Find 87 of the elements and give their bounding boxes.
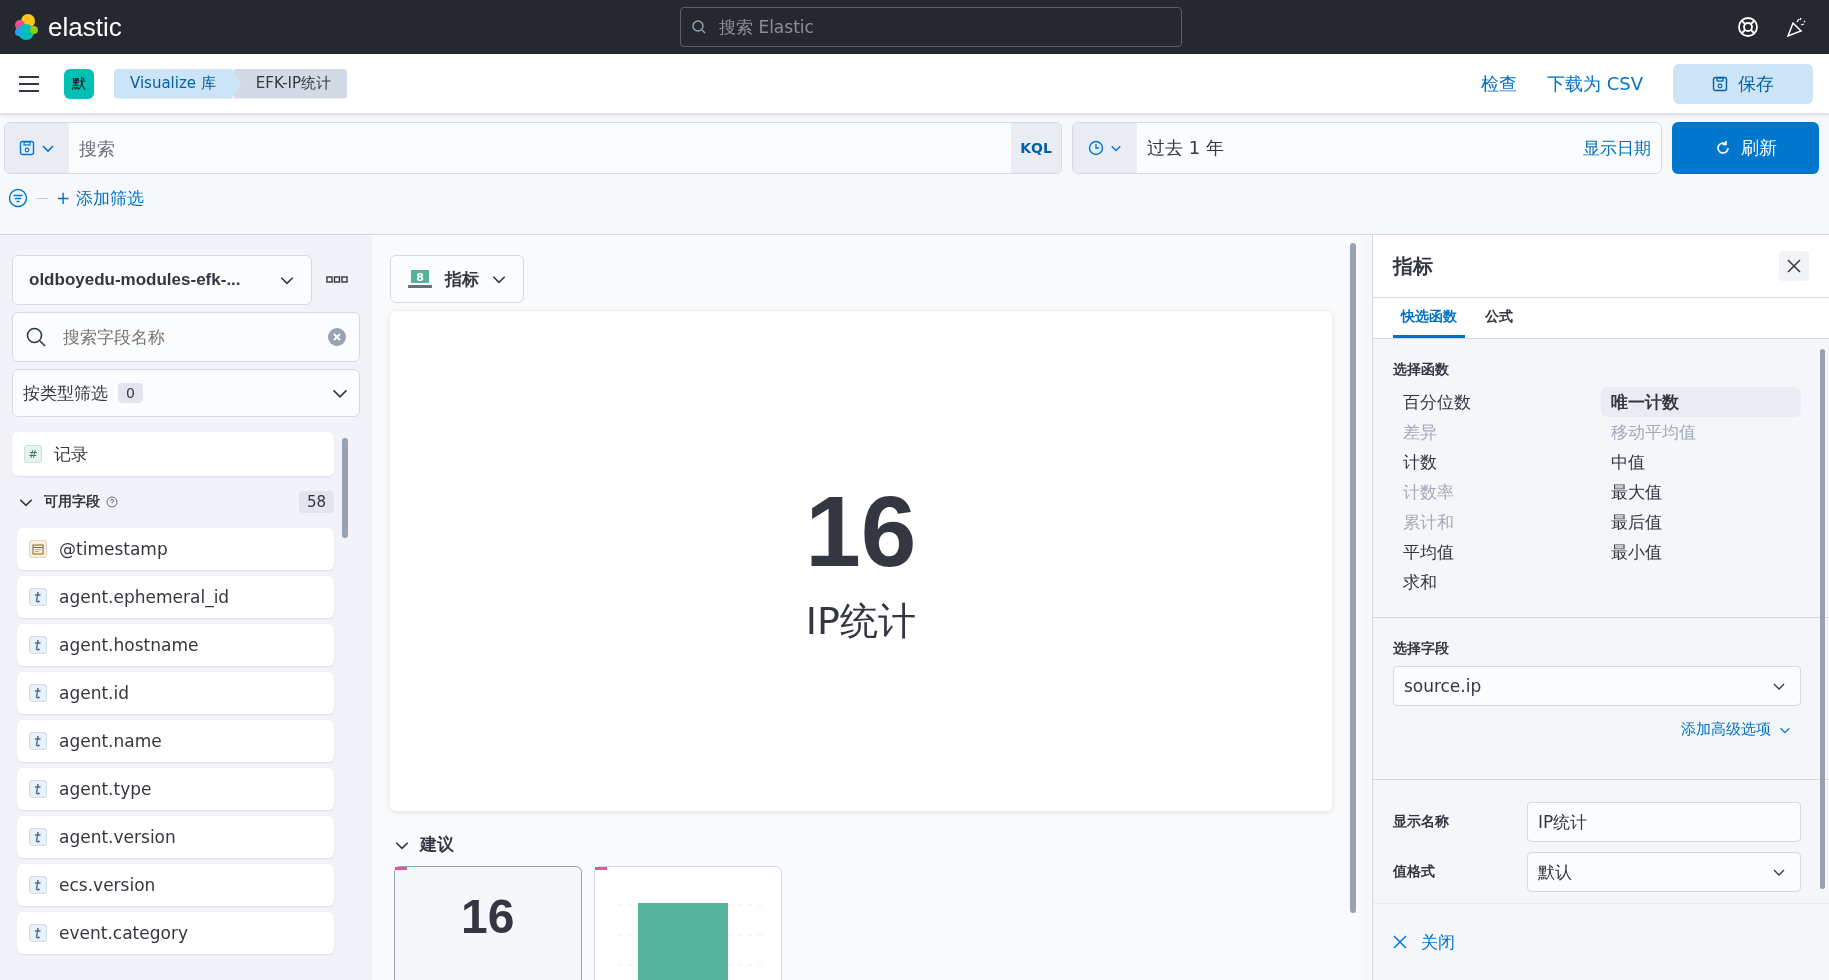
close-link[interactable]: 关闭 bbox=[1392, 930, 1455, 954]
close-icon bbox=[1787, 259, 1801, 273]
text-type-icon bbox=[29, 780, 47, 798]
field-count: 58 bbox=[298, 491, 334, 513]
index-pattern-select[interactable]: oldboyedu-modules-efk-... bbox=[12, 255, 312, 305]
query-input-field[interactable]: 搜索 bbox=[69, 123, 1011, 173]
metric-value: 16 bbox=[805, 475, 917, 586]
global-search-field[interactable]: 搜索 Elastic bbox=[680, 7, 1182, 47]
field-search-input[interactable]: 搜索字段名称 bbox=[61, 326, 313, 348]
help-icon[interactable] bbox=[1737, 16, 1759, 38]
save-button[interactable]: 保存 bbox=[1673, 63, 1813, 104]
breadcrumb[interactable]: EFK-IP统计 bbox=[233, 68, 348, 99]
function-option[interactable]: 最后值 bbox=[1600, 507, 1801, 537]
more-icon[interactable] bbox=[326, 276, 348, 284]
field-search-field[interactable]: 搜索字段名称 bbox=[12, 312, 360, 362]
field-select[interactable]: source.ip bbox=[1392, 666, 1801, 706]
help-icon bbox=[106, 496, 118, 508]
close-button[interactable] bbox=[1779, 251, 1809, 281]
refresh-icon bbox=[1714, 140, 1731, 156]
type-filter-select[interactable]: 按类型筛选 0 bbox=[12, 369, 360, 417]
save-icon bbox=[1712, 75, 1728, 92]
function-option[interactable]: 计数 bbox=[1392, 447, 1593, 477]
function-option[interactable]: 中值 bbox=[1600, 447, 1801, 477]
function-option[interactable]: 最小值 bbox=[1600, 537, 1801, 567]
field-item[interactable]: agent.type bbox=[17, 768, 334, 810]
section-title: 选择函数 bbox=[1392, 361, 1450, 379]
function-option[interactable]: 百分位数 bbox=[1392, 387, 1593, 417]
function-option[interactable]: 唯一计数 bbox=[1600, 387, 1801, 417]
panel-title: 指标 bbox=[1392, 252, 1433, 280]
menu-icon[interactable] bbox=[18, 74, 40, 93]
field-item[interactable]: @timestamp bbox=[17, 528, 334, 570]
query-field[interactable]: 搜索 KQL bbox=[4, 122, 1062, 174]
clear-icon[interactable] bbox=[326, 327, 347, 347]
field-item[interactable]: agent.id bbox=[17, 672, 334, 714]
field-item[interactable]: agent.ephemeral_id bbox=[17, 576, 334, 618]
quick-time-button[interactable] bbox=[1073, 123, 1137, 173]
header-link[interactable]: 检查 bbox=[1480, 71, 1517, 96]
calendar-icon bbox=[29, 540, 47, 558]
field-item[interactable]: # 记录 bbox=[12, 432, 334, 476]
suggestion-card[interactable]: 16 bbox=[393, 866, 582, 980]
chart-type-select[interactable]: 8 指标 bbox=[389, 255, 524, 303]
field-item[interactable]: ecs.version bbox=[17, 864, 334, 906]
field-item[interactable]: agent.hostname bbox=[17, 624, 334, 666]
search-icon bbox=[691, 19, 707, 35]
filter-icon[interactable] bbox=[8, 188, 28, 208]
text-type-icon bbox=[29, 684, 47, 702]
type-icon: # bbox=[24, 445, 42, 463]
time-range-text: 过去 1 年 bbox=[1146, 136, 1225, 160]
suggestions-toggle[interactable]: 建议 bbox=[389, 833, 454, 856]
advanced-options-link[interactable]: 添加高级选项 bbox=[1681, 720, 1791, 739]
header-link[interactable]: 下载为 CSV bbox=[1546, 71, 1643, 96]
saved-query-button[interactable] bbox=[5, 123, 69, 173]
space-avatar[interactable]: 默 bbox=[64, 68, 94, 99]
text-type-icon bbox=[29, 732, 47, 750]
global-search-input[interactable]: 搜索 Elastic bbox=[717, 16, 1171, 38]
field-item[interactable]: event.category bbox=[17, 912, 334, 954]
text-type-icon bbox=[29, 636, 47, 654]
text-type-icon bbox=[29, 588, 47, 606]
close-icon bbox=[1392, 935, 1407, 949]
field-label: 显示名称 bbox=[1392, 813, 1450, 831]
field-item[interactable]: agent.name bbox=[17, 720, 334, 762]
add-filter-link[interactable]: + 添加筛选 bbox=[56, 186, 144, 210]
language-button[interactable]: KQL bbox=[1011, 123, 1061, 173]
text-type-icon bbox=[29, 876, 47, 894]
logo-icon bbox=[12, 13, 40, 41]
party-popper-icon[interactable] bbox=[1785, 16, 1807, 38]
display-name-field[interactable]: IP统计 bbox=[1526, 802, 1801, 842]
format-select[interactable]: 默认 bbox=[1526, 852, 1801, 892]
save-icon bbox=[19, 140, 35, 156]
section-title: 选择字段 bbox=[1392, 640, 1450, 658]
refresh-button[interactable]: 刷新 bbox=[1672, 122, 1819, 174]
function-option[interactable]: 平均值 bbox=[1392, 537, 1593, 567]
brand-name: elastic bbox=[48, 11, 122, 43]
breadcrumb[interactable]: Visualize 库 bbox=[114, 68, 242, 99]
metric-label: IP统计 bbox=[805, 597, 916, 645]
field-item[interactable]: agent.version bbox=[17, 816, 334, 858]
tab[interactable]: 公式 bbox=[1476, 298, 1521, 338]
clock-icon bbox=[1088, 140, 1104, 156]
field-label: 值格式 bbox=[1392, 863, 1436, 881]
function-option[interactable]: 最大值 bbox=[1600, 477, 1801, 507]
text-type-icon bbox=[29, 828, 47, 846]
suggestion-card[interactable] bbox=[593, 866, 782, 980]
search-icon bbox=[25, 326, 47, 348]
show-dates-link[interactable]: 显示日期 bbox=[1583, 123, 1661, 173]
text-type-icon bbox=[29, 924, 47, 942]
function-option[interactable]: 求和 bbox=[1392, 567, 1593, 597]
available-fields-toggle[interactable]: 可用字段 bbox=[18, 493, 100, 511]
